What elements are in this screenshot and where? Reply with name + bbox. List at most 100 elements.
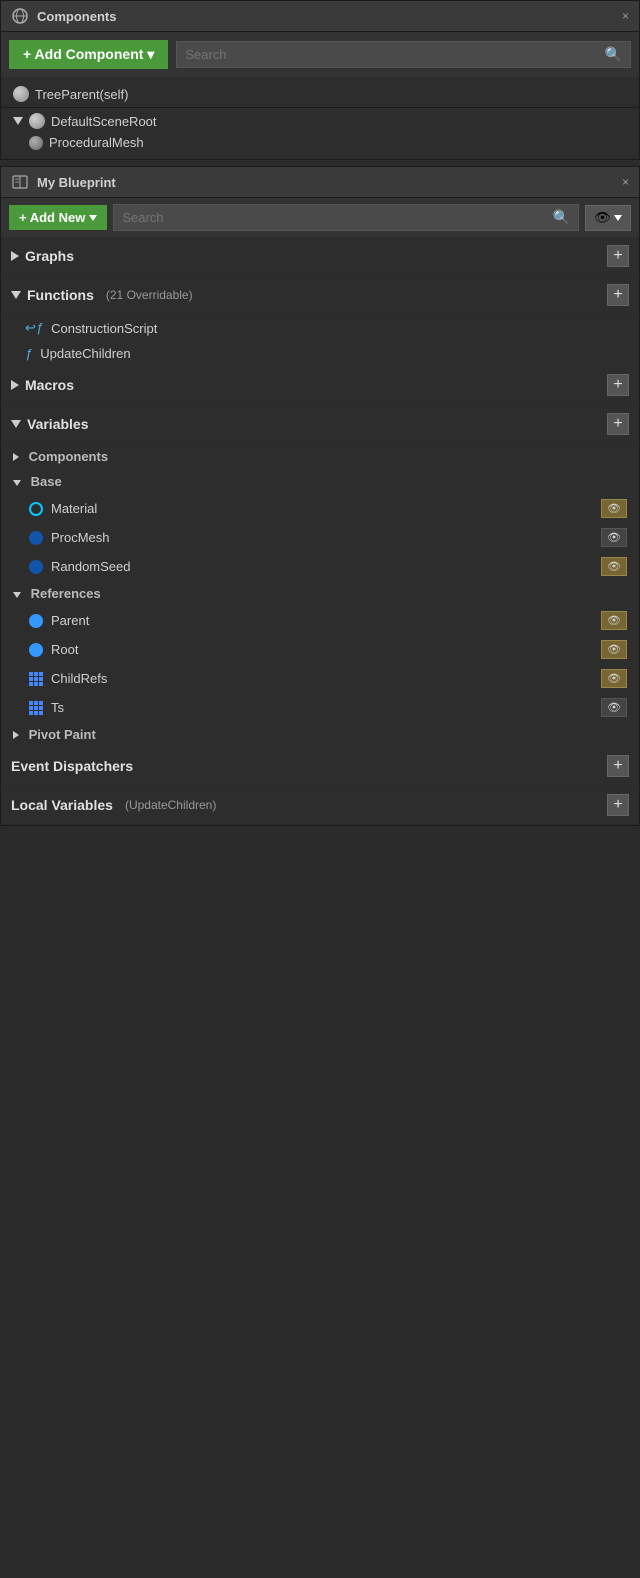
section-graphs[interactable]: Graphs + [1, 237, 639, 276]
variables-expand-icon [11, 420, 21, 428]
blueprint-eye-filter-button[interactable]: 👁 [585, 205, 631, 231]
blueprint-close-button[interactable]: × [622, 175, 629, 189]
vargroup-base: Base [1, 469, 639, 494]
blueprint-search-input[interactable] [122, 210, 552, 225]
procmesh-eye-badge[interactable]: 👁 [601, 528, 627, 547]
update-children-func-icon: ƒ [25, 346, 32, 361]
var-item-childrefs[interactable]: ChildRefs 👁 [1, 664, 639, 693]
func-item-constructionscript[interactable]: ↩ƒ ConstructionScript [1, 315, 639, 341]
components-icon [11, 7, 29, 25]
randomseed-dot-icon [29, 560, 43, 574]
root-dot-icon [29, 643, 43, 657]
functions-label: Functions [27, 287, 94, 303]
update-children-label: UpdateChildren [40, 346, 130, 361]
macros-label: Macros [25, 377, 74, 393]
eye-filter-icon: 👁 [594, 210, 611, 226]
components-panel-header: Components × [1, 1, 639, 32]
variables-label: Variables [27, 416, 89, 432]
section-event-dispatchers-left: Event Dispatchers [11, 758, 133, 774]
section-local-variables[interactable]: Local Variables (UpdateChildren) + [1, 786, 639, 825]
parent-dot-icon [29, 614, 43, 628]
section-variables[interactable]: Variables + [1, 405, 639, 444]
treeparent-sphere-icon [13, 86, 29, 102]
add-new-dropdown-arrow [89, 215, 97, 221]
material-dot-icon [29, 502, 43, 516]
section-event-dispatchers[interactable]: Event Dispatchers + [1, 747, 639, 786]
tree-item-treeparent[interactable]: TreeParent(self) [1, 83, 639, 105]
tree-item-defaultsceneroot[interactable]: DefaultSceneRoot [1, 110, 639, 132]
material-label: Material [51, 501, 97, 516]
treeparent-label: TreeParent(self) [35, 87, 128, 102]
macros-add-button[interactable]: + [607, 374, 629, 396]
blueprint-panel: My Blueprint × + Add New 🔍 👁 Graphs + Fu… [0, 166, 640, 826]
section-functions-left: Functions (21 Overridable) [11, 287, 193, 303]
vargroup-base-icon [13, 480, 21, 486]
vargroup-references-icon [13, 592, 21, 598]
event-dispatchers-label: Event Dispatchers [11, 758, 133, 774]
childrefs-eye-badge[interactable]: 👁 [601, 669, 627, 688]
section-graphs-left: Graphs [11, 248, 74, 264]
components-search-input[interactable] [185, 47, 604, 62]
add-new-button[interactable]: + Add New [9, 205, 107, 230]
vargroup-components: Components [1, 444, 639, 469]
procmesh-dot-icon [29, 531, 43, 545]
components-tree: TreeParent(self) DefaultSceneRoot Proced… [1, 77, 639, 159]
var-item-procmesh[interactable]: ProcMesh 👁 [1, 523, 639, 552]
var-item-root[interactable]: Root 👁 [1, 635, 639, 664]
eye-dropdown-arrow [614, 215, 622, 221]
parent-eye-badge[interactable]: 👁 [601, 611, 627, 630]
proceduralmesh-label: ProceduralMesh [49, 135, 144, 150]
local-variables-sublabel: (UpdateChildren) [125, 798, 216, 812]
proceduralmesh-sphere-icon [29, 136, 43, 150]
vargroup-references: References [1, 581, 639, 606]
randomseed-label: RandomSeed [51, 559, 131, 574]
material-eye-badge[interactable]: 👁 [601, 499, 627, 518]
var-item-material[interactable]: Material 👁 [1, 494, 639, 523]
blueprint-toolbar: + Add New 🔍 👁 [1, 198, 639, 237]
event-dispatchers-add-button[interactable]: + [607, 755, 629, 777]
section-local-variables-left: Local Variables (UpdateChildren) [11, 797, 216, 813]
blueprint-title-text: My Blueprint [37, 175, 116, 190]
childrefs-grid-icon [29, 672, 43, 686]
vargroup-components-icon [13, 453, 19, 461]
root-label: Root [51, 642, 78, 657]
randomseed-eye-badge[interactable]: 👁 [601, 557, 627, 576]
macros-expand-icon [11, 380, 19, 390]
blueprint-book-icon [11, 173, 29, 191]
graphs-add-button[interactable]: + [607, 245, 629, 267]
add-component-button[interactable]: + Add Component ▾ [9, 40, 168, 69]
section-macros[interactable]: Macros + [1, 366, 639, 405]
local-variables-label: Local Variables [11, 797, 113, 813]
func-item-updatechildren[interactable]: ƒ UpdateChildren [1, 341, 639, 366]
components-close-button[interactable]: × [622, 9, 629, 23]
defaultsceneroot-sphere-icon [29, 113, 45, 129]
blueprint-search-box: 🔍 [113, 204, 579, 231]
var-item-randomseed[interactable]: RandomSeed 👁 [1, 552, 639, 581]
local-variables-add-button[interactable]: + [607, 794, 629, 816]
var-item-parent[interactable]: Parent 👁 [1, 606, 639, 635]
section-functions[interactable]: Functions (21 Overridable) + [1, 276, 639, 315]
variables-add-button[interactable]: + [607, 413, 629, 435]
section-variables-left: Variables [11, 416, 89, 432]
var-item-ts[interactable]: Ts 👁 [1, 693, 639, 722]
components-title-text: Components [37, 9, 116, 24]
functions-add-button[interactable]: + [607, 284, 629, 306]
components-panel-title: Components [11, 7, 116, 25]
childrefs-label: ChildRefs [51, 671, 107, 686]
components-search-box: 🔍 [176, 41, 631, 68]
construction-script-icon: ↩ƒ [25, 320, 43, 336]
graphs-label: Graphs [25, 248, 74, 264]
defaultsceneroot-label: DefaultSceneRoot [51, 114, 157, 129]
ts-grid-icon [29, 701, 43, 715]
root-eye-badge[interactable]: 👁 [601, 640, 627, 659]
vargroup-pivotpaint-icon [13, 731, 19, 739]
components-panel: Components × + Add Component ▾ 🔍 TreePar… [0, 0, 640, 160]
blueprint-panel-header: My Blueprint × [1, 167, 639, 198]
ts-eye-badge[interactable]: 👁 [601, 698, 627, 717]
graphs-expand-icon [11, 251, 19, 261]
blueprint-panel-title: My Blueprint [11, 173, 116, 191]
blueprint-search-icon: 🔍 [553, 209, 570, 226]
functions-expand-icon [11, 291, 21, 299]
tree-item-proceduralmesh[interactable]: ProceduralMesh [1, 132, 639, 153]
add-new-label: + Add New [19, 210, 85, 225]
